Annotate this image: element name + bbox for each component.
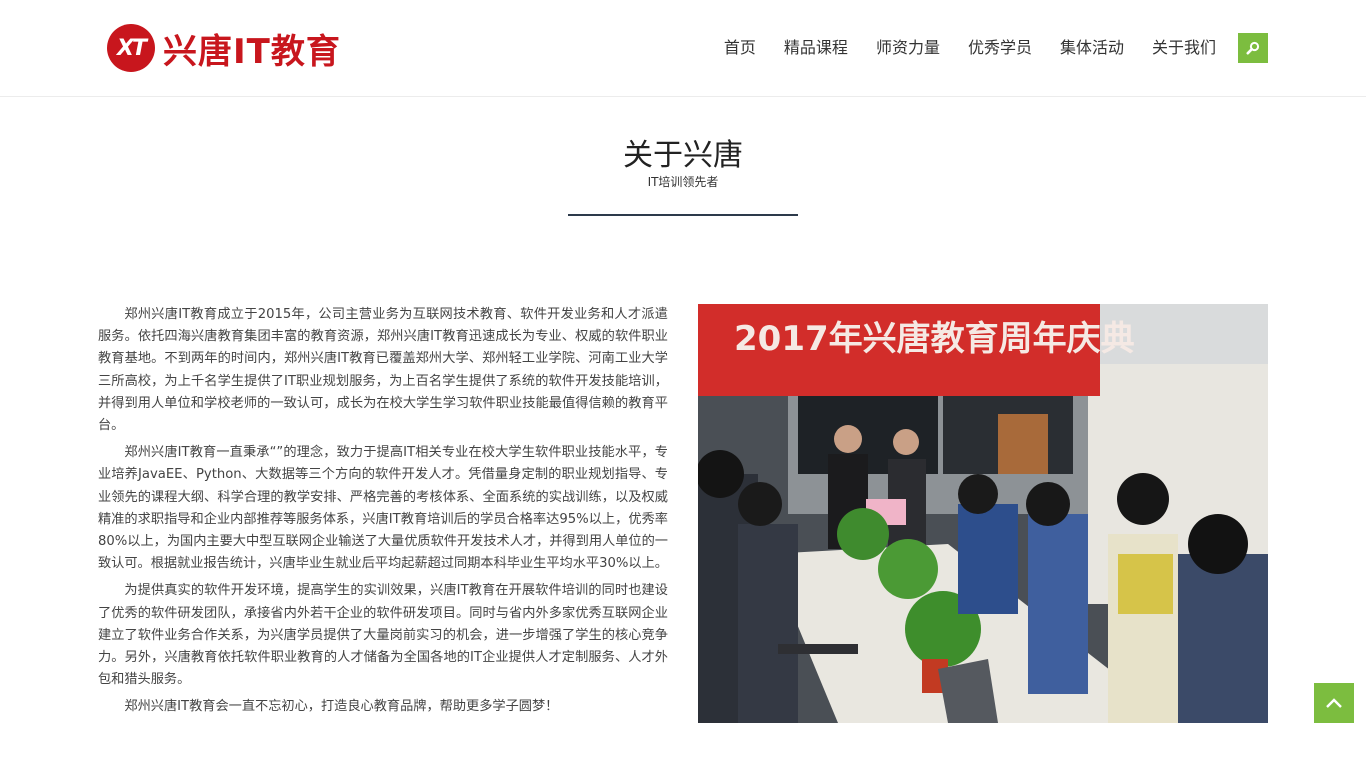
main-nav: 首页 精品课程 师资力量 优秀学员 集体活动 关于我们	[696, 36, 1216, 60]
anniversary-photo: 2017年兴唐教育周年庆典	[698, 304, 1268, 723]
nav-item-about[interactable]: 关于我们	[1152, 36, 1216, 60]
nav-item-students[interactable]: 优秀学员	[968, 36, 1032, 60]
nav-item-activities[interactable]: 集体活动	[1060, 36, 1124, 60]
nav-item-teachers[interactable]: 师资力量	[876, 36, 940, 60]
chevron-up-icon	[1326, 698, 1342, 708]
logo-mark-icon: XT	[107, 24, 155, 72]
about-paragraph: 郑州兴唐IT教育一直秉承“”的理念，致力于提高IT相关专业在校大学生软件职业技能…	[98, 445, 668, 572]
search-button[interactable]	[1238, 33, 1268, 63]
nav-item-courses[interactable]: 精品课程	[784, 36, 848, 60]
about-paragraph: 郑州兴唐IT教育会一直不忘初心，打造良心教育品牌，帮助更多学子圆梦！	[124, 699, 559, 715]
about-paragraph: 郑州兴唐IT教育成立于2015年，公司主营业务为互联网技术教育、软件开发业务和人…	[98, 307, 668, 434]
about-paragraph: 为提供真实的软件开发环境，提高学生的实训效果，兴唐IT教育在开展软件培训的同时也…	[98, 583, 668, 688]
photo-illustration: 2017年兴唐教育周年庆典	[698, 304, 1268, 723]
title-divider	[568, 214, 798, 216]
logo-mark-text: XT	[117, 35, 147, 61]
search-icon	[1246, 41, 1260, 55]
page-title: 关于兴唐	[623, 138, 743, 173]
logo-text: 兴唐IT教育	[163, 31, 341, 72]
back-to-top-button[interactable]	[1314, 683, 1354, 723]
site-header: XT 兴唐IT教育 首页 精品课程 师资力量 优秀学员 集体活动 关于我们	[0, 0, 1366, 97]
banner-text: 2017年兴唐教育周年庆典	[734, 319, 1135, 359]
about-text: 郑州兴唐IT教育成立于2015年，公司主营业务为互联网技术教育、软件开发业务和人…	[98, 304, 668, 724]
page-subtitle: IT培训领先者	[647, 175, 719, 189]
site-logo[interactable]: XT 兴唐IT教育	[107, 24, 341, 72]
nav-item-home[interactable]: 首页	[724, 36, 756, 60]
section-heading: 关于兴唐 IT培训领先者	[0, 138, 1366, 190]
